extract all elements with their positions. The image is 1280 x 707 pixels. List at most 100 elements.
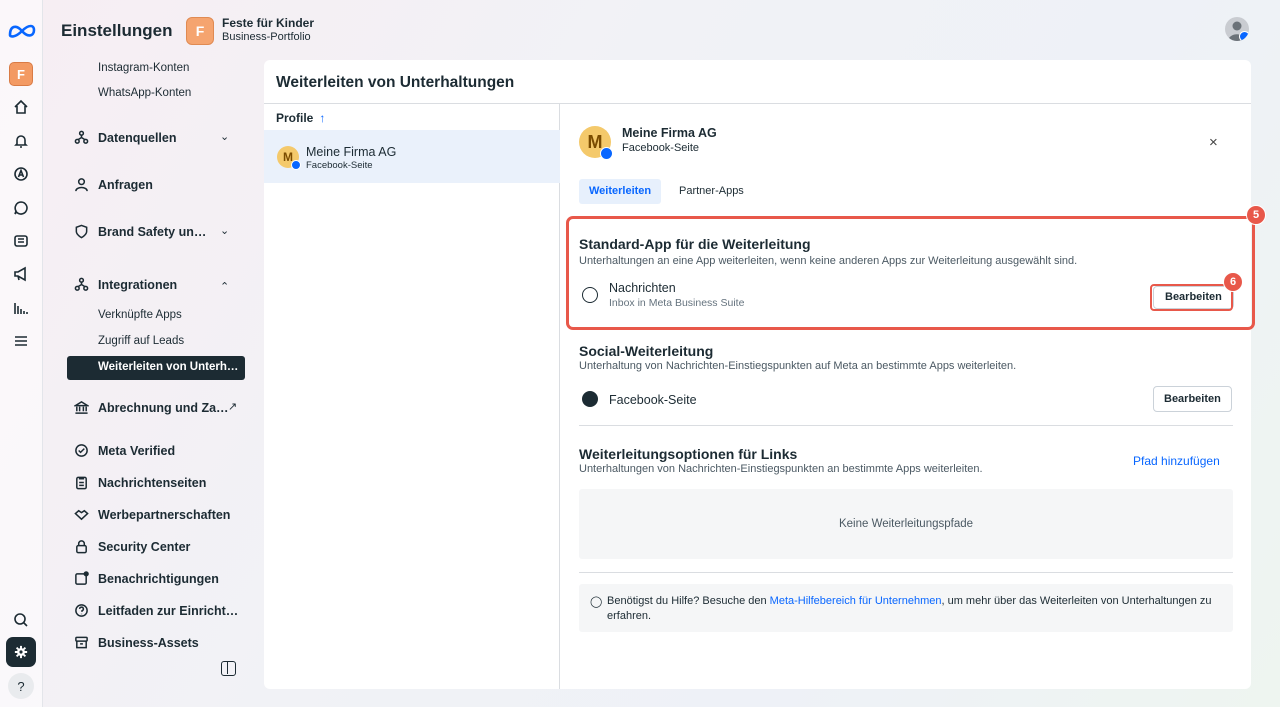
- chevron-down-icon[interactable]: ⌄: [220, 224, 229, 237]
- chat-icon[interactable]: [8, 195, 34, 221]
- search-icon[interactable]: [8, 607, 34, 633]
- detail-name: Meine Firma AG: [622, 126, 717, 140]
- data-sources-icon: [74, 130, 89, 144]
- social-item-name: Facebook-Seite: [609, 393, 697, 407]
- empty-state: Keine Weiterleitungspfade: [579, 489, 1233, 559]
- home-icon[interactable]: [8, 94, 34, 120]
- chevron-up-icon[interactable]: ⌃: [220, 280, 229, 293]
- collapse-sidebar-icon[interactable]: [221, 661, 236, 676]
- portfolio-badge[interactable]: F: [186, 17, 214, 45]
- external-link-icon[interactable]: ↗: [228, 400, 237, 413]
- sidebar-item-meta-verified[interactable]: Meta Verified: [74, 443, 175, 458]
- settings-sidebar: Instagram-Konten WhatsApp-Konten Datenqu…: [60, 60, 253, 690]
- help-button[interactable]: ?: [8, 673, 34, 699]
- ads-icon[interactable]: [8, 161, 34, 187]
- meta-logo-icon[interactable]: [7, 21, 37, 41]
- app-rail: F ?: [0, 0, 43, 707]
- social-edit-button[interactable]: Bearbeiten: [1153, 386, 1232, 412]
- sidebar-item-anfragen[interactable]: Anfragen: [74, 177, 153, 192]
- sidebar-label: Benachrichtigungen: [98, 571, 219, 586]
- detail-type: Facebook-Seite: [622, 142, 700, 154]
- lock-icon: [76, 540, 87, 554]
- bell-icon[interactable]: [8, 128, 34, 154]
- close-icon[interactable]: ×: [1209, 134, 1218, 151]
- profiles-column-header[interactable]: Profile ↑: [276, 111, 325, 125]
- links-desc: Unterhaltungen von Nachrichten-Einstiegs…: [579, 463, 983, 475]
- facebook-icon: [582, 391, 598, 407]
- profile-type: Facebook-Seite: [306, 160, 373, 171]
- help-notice: ◯ Benötigst du Hilfe? Besuche den Meta-H…: [579, 584, 1233, 632]
- sidebar-label: Werbepartnerschaften: [98, 507, 231, 522]
- help-text-pre: Benötigst du Hilfe? Besuche den: [607, 595, 770, 607]
- social-title: Social-Weiterleitung: [579, 343, 714, 359]
- tab-partner-apps[interactable]: Partner-Apps: [679, 185, 744, 197]
- facebook-badge-icon: [291, 160, 301, 170]
- sidebar-label: Business-Assets: [98, 635, 199, 650]
- sidebar-item-business-assets[interactable]: Business-Assets: [74, 635, 199, 650]
- bank-icon: [74, 400, 89, 414]
- sort-arrow-icon: ↑: [319, 111, 326, 125]
- links-title: Weiterleitungsoptionen für Links: [579, 446, 798, 462]
- sidebar-label: Anfragen: [98, 177, 153, 192]
- help-center-link[interactable]: Meta-Hilfebereich für Unternehmen: [770, 595, 942, 607]
- sidebar-label: Integrationen: [98, 277, 178, 292]
- profile-avatar: M: [277, 146, 301, 170]
- profile-name: Meine Firma AG: [306, 145, 397, 159]
- portfolio-type: Business-Portfolio: [222, 31, 311, 43]
- sidebar-label: Nachrichtenseiten: [98, 475, 207, 490]
- sidebar-item-werbepartnerschaften[interactable]: Werbepartnerschaften: [74, 507, 230, 522]
- sidebar-item-whatsapp[interactable]: WhatsApp-Konten: [98, 87, 191, 99]
- page-title: Einstellungen: [61, 21, 173, 40]
- verified-icon: [75, 444, 88, 457]
- divider: [579, 425, 1233, 426]
- sidebar-label: Datenquellen: [98, 130, 177, 145]
- lightbulb-icon: ◯: [590, 596, 603, 608]
- sidebar-item-weiterleiten[interactable]: Weiterleiten von Unterh…: [67, 356, 245, 380]
- tab-weiterleiten[interactable]: Weiterleiten: [579, 179, 662, 204]
- portfolio-name[interactable]: Feste für Kinder: [222, 16, 314, 30]
- sidebar-item-brand-safety[interactable]: Brand Safety un…: [74, 224, 206, 239]
- sidebar-item-benachrichtigungen[interactable]: Benachrichtigungen: [74, 571, 219, 586]
- portfolio-avatar[interactable]: F: [9, 62, 33, 86]
- sidebar-label: Meta Verified: [98, 443, 176, 458]
- sidebar-label: Abrechnung und Za…: [98, 400, 229, 415]
- annotation-highlight-box: [566, 216, 1255, 330]
- sidebar-item-integrationen[interactable]: Integrationen: [74, 277, 177, 292]
- facebook-badge-icon: [1239, 31, 1249, 41]
- detail-avatar: M: [579, 126, 613, 160]
- sidebar-item-datenquellen[interactable]: Datenquellen: [74, 130, 177, 145]
- annotation-button-highlight: [1150, 284, 1233, 311]
- sidebar-item-security-center[interactable]: Security Center: [74, 539, 190, 554]
- user-avatar[interactable]: [1225, 17, 1249, 41]
- settings-gear-icon[interactable]: [6, 637, 36, 667]
- clipboard-icon: [76, 476, 87, 490]
- social-desc: Unterhaltung von Nachrichten-Einstiegspu…: [579, 360, 1017, 372]
- archive-icon: [75, 636, 88, 649]
- sidebar-label: Brand Safety un…: [98, 224, 207, 239]
- content-icon[interactable]: [8, 228, 34, 254]
- sidebar-label: Security Center: [98, 539, 191, 554]
- divider: [579, 572, 1233, 573]
- question-circle-icon: [75, 604, 88, 617]
- menu-icon[interactable]: [8, 328, 34, 354]
- shield-icon: [75, 224, 88, 239]
- profiles-header-label: Profile: [276, 111, 314, 125]
- sidebar-item-verknuepfte-apps[interactable]: Verknüpfte Apps: [98, 309, 182, 321]
- sidebar-item-instagram[interactable]: Instagram-Konten: [98, 62, 189, 74]
- profile-row-selected[interactable]: M Meine Firma AG Facebook-Seite: [264, 130, 560, 183]
- empty-state-text: Keine Weiterleitungspfade: [838, 518, 974, 530]
- sidebar-item-nachrichtenseiten[interactable]: Nachrichtenseiten: [74, 475, 206, 490]
- sidebar-item-zugriff-leads[interactable]: Zugriff auf Leads: [98, 335, 184, 347]
- integrations-icon: [74, 277, 89, 291]
- sidebar-item-leitfaden[interactable]: Leitfaden zur Einricht…: [74, 603, 238, 618]
- annotation-step-badge: 6: [1223, 272, 1243, 292]
- sidebar-item-abrechnung[interactable]: Abrechnung und Za…: [74, 400, 229, 415]
- chevron-down-icon[interactable]: ⌄: [220, 130, 229, 143]
- add-path-button[interactable]: Pfad hinzufügen: [1133, 454, 1220, 468]
- annotation-step-badge: 5: [1246, 205, 1266, 225]
- handshake-icon: [74, 509, 89, 521]
- requests-icon: [75, 178, 88, 192]
- insights-icon[interactable]: [8, 295, 34, 321]
- facebook-badge-icon: [600, 147, 613, 160]
- megaphone-icon[interactable]: [8, 261, 34, 287]
